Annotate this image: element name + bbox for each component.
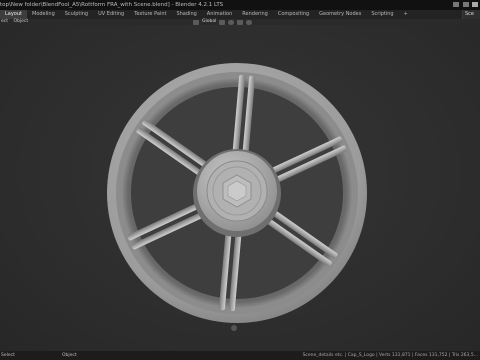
menu-object[interactable]: Object bbox=[13, 19, 28, 24]
3d-viewport[interactable] bbox=[0, 25, 480, 351]
status-object-hint: Object bbox=[62, 353, 77, 358]
maximize-icon[interactable] bbox=[463, 2, 469, 7]
scene-selector-label: Sce bbox=[465, 11, 474, 17]
orientation-icon bbox=[193, 19, 199, 25]
valve-hole bbox=[231, 325, 237, 331]
tab-layout[interactable]: Layout bbox=[0, 10, 27, 19]
minimize-icon[interactable] bbox=[453, 2, 459, 7]
tab-animation[interactable]: Animation bbox=[202, 10, 238, 19]
close-icon[interactable] bbox=[472, 2, 478, 7]
tab-geometry-nodes[interactable]: Geometry Nodes bbox=[314, 10, 366, 19]
workspace-tabs: Layout Modeling Sculpting UV Editing Texture… bbox=[0, 10, 413, 19]
proportional-editing-icon[interactable] bbox=[246, 19, 253, 25]
tab-shading[interactable]: Shading bbox=[171, 10, 201, 19]
tab-texture-paint[interactable]: Texture Paint bbox=[129, 10, 171, 19]
add-workspace-button[interactable]: + bbox=[399, 10, 413, 19]
scene-selector[interactable]: Sce bbox=[462, 10, 480, 19]
pivot-icon[interactable] bbox=[219, 19, 226, 25]
tab-rendering[interactable]: Rendering bbox=[237, 10, 273, 19]
status-select-hint: Select bbox=[1, 353, 15, 358]
wheel-render bbox=[107, 63, 367, 331]
menu-select[interactable]: ect bbox=[1, 19, 8, 24]
snap-icon[interactable] bbox=[228, 19, 235, 25]
tab-sculpting[interactable]: Sculpting bbox=[60, 10, 93, 19]
workspace-tabs-bar: Layout Modeling Sculpting UV Editing Texture… bbox=[0, 10, 480, 19]
status-bar: Select Object Scene_details etc. | Cap_S… bbox=[0, 351, 480, 360]
tab-modeling[interactable]: Modeling bbox=[27, 10, 60, 19]
tab-compositing[interactable]: Compositing bbox=[273, 10, 314, 19]
window-title: top\New folder\BlendFool_A5\Rottform FRA… bbox=[0, 2, 224, 8]
tab-scripting[interactable]: Scripting bbox=[366, 10, 398, 19]
title-bar: top\New folder\BlendFool_A5\Rottform FRA… bbox=[0, 0, 480, 10]
tab-uv-editing[interactable]: UV Editing bbox=[93, 10, 129, 19]
snap-target-icon[interactable] bbox=[237, 19, 244, 25]
scene-statistics: Scene_details etc. | Cap_S_Logo | Verts … bbox=[302, 353, 478, 358]
